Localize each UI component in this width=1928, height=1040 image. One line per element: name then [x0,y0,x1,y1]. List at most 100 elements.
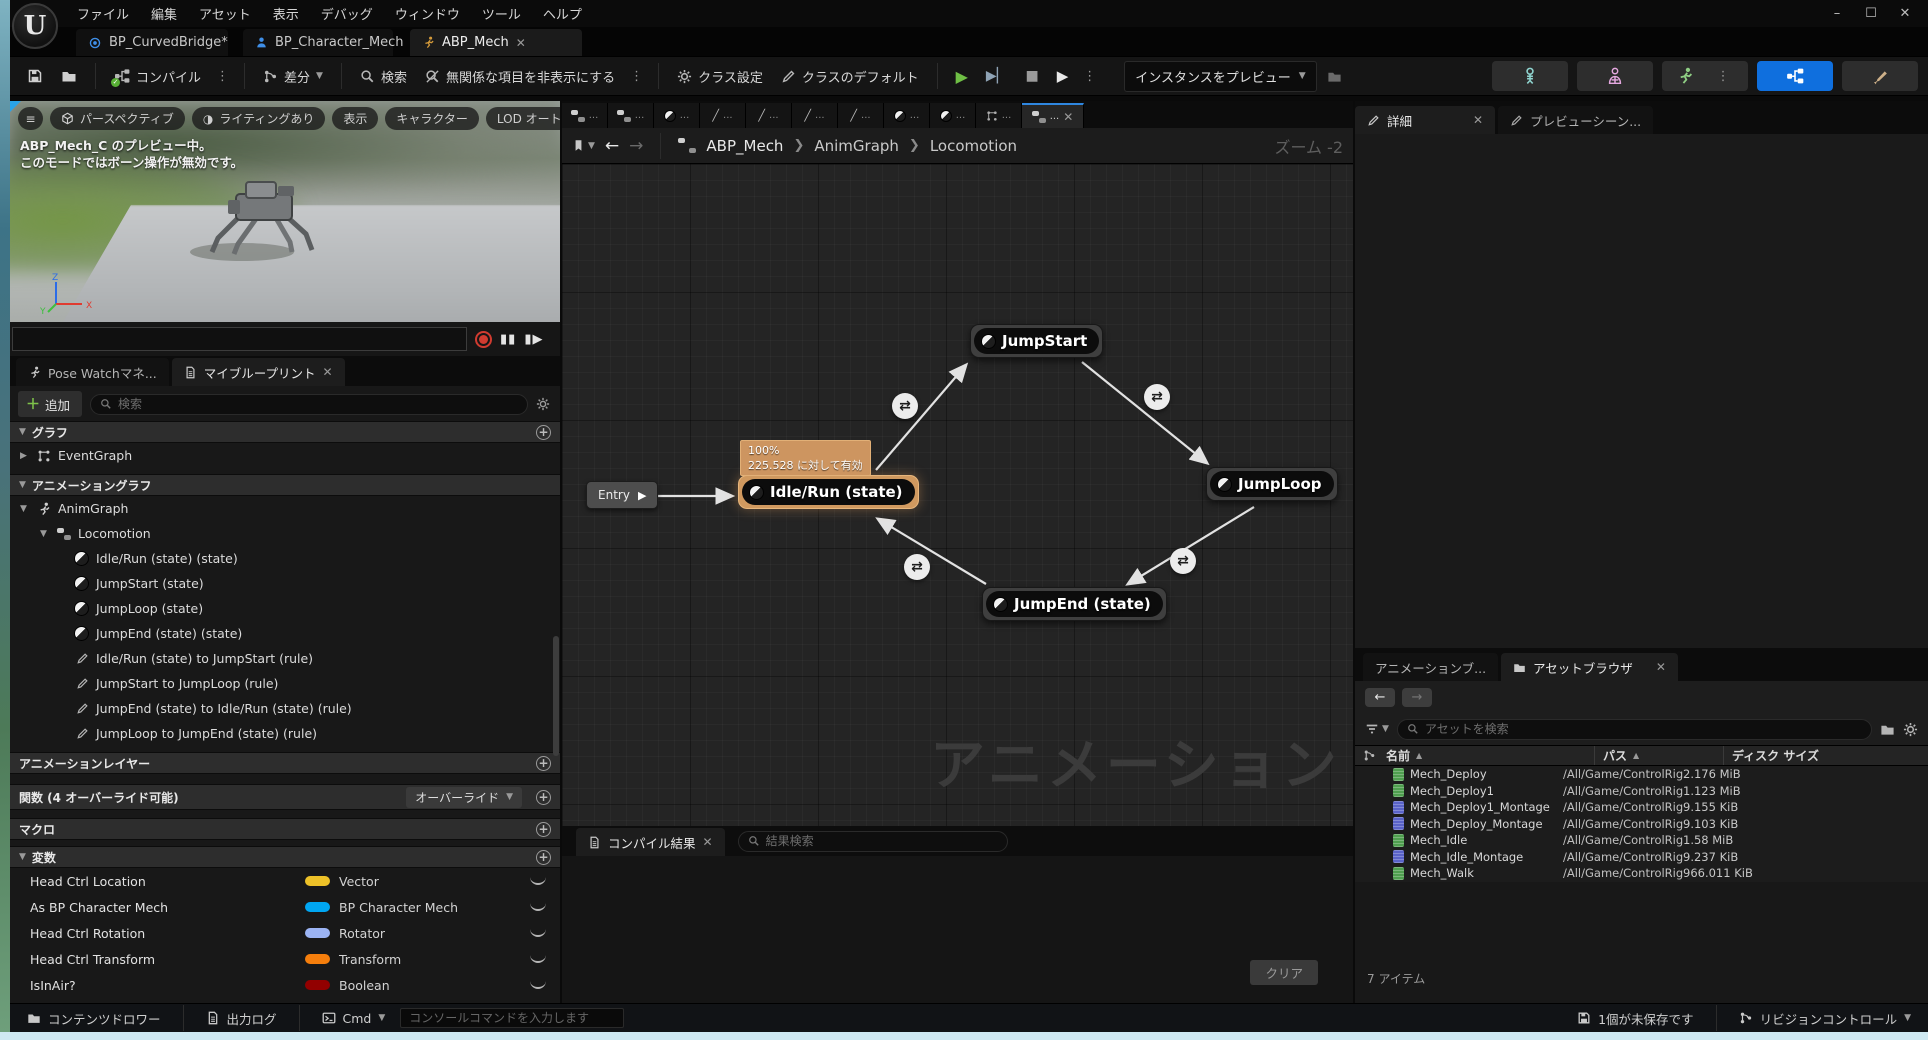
section-anim-graphs[interactable]: ▼ アニメーショングラフ [10,474,560,496]
class-settings-button[interactable]: クラス設定 [670,61,770,92]
minimize-button[interactable]: – [1820,6,1854,21]
menu-asset[interactable]: アセット [188,0,262,28]
blueprint-search-input[interactable] [118,397,518,411]
revision-control-button[interactable]: リビジョンコントロール ▼ [1730,1005,1920,1032]
expander-icon[interactable]: ▼ [20,504,30,514]
tree-item-state[interactable]: JumpEnd (state) (state) [10,621,560,646]
mesh-mode-button[interactable] [1577,61,1653,91]
asset-row[interactable]: Mech_Idle/All/Game/ControlRig 1.58 MiB [1355,832,1928,849]
scrollbar-thumb[interactable] [553,636,559,756]
override-dropdown[interactable]: オーバーライド ▼ [406,786,522,808]
folder-icon[interactable] [1880,722,1895,737]
record-button[interactable] [475,330,492,348]
panel-settings-gear-icon[interactable] [536,397,550,411]
variable-row[interactable]: Head Ctrl Rotation Rotator [10,920,560,946]
eye-closed-icon[interactable] [530,981,546,989]
graph-doc-tab[interactable]: ... [608,103,654,128]
hide-unrelated-kebab[interactable]: ⋮ [626,69,647,84]
lit-mode-dropdown[interactable]: ◑ ライティングあり [191,107,326,130]
state-node-jumpend[interactable]: JumpEnd (state) [982,587,1167,621]
menu-edit[interactable]: 編集 [140,0,188,28]
asset-search[interactable] [1396,718,1872,740]
settings-gear-icon[interactable] [1903,721,1918,737]
tree-item-rule[interactable]: JumpLoop to JumpEnd (state) (rule) [10,721,560,746]
preview-viewport[interactable]: ≡ パースペクティブ ◑ ライティングあり 表示 キャラクター LOD オート A… [10,101,560,322]
tab-animation-blueprint[interactable]: アニメーションブ... [1363,653,1499,681]
output-log-button[interactable]: 出力ログ [197,1005,286,1032]
transition-node[interactable]: ⇄ [1144,384,1170,410]
add-button[interactable]: ＋追加 [18,391,83,417]
graph-doc-tab[interactable]: ... [976,103,1022,128]
step-frame-button[interactable]: ▮▶ [524,332,543,347]
back-button[interactable]: ← [605,136,619,156]
expander-icon[interactable]: ▼ [40,529,50,539]
unsaved-status-button[interactable]: 1個が未保存です [1568,1005,1702,1032]
add-anim-layer-button[interactable]: + [536,755,551,771]
results-search-input[interactable] [765,834,998,848]
menu-debug[interactable]: デバッグ [310,0,384,28]
graph-doc-tab[interactable]: ╱... [746,103,792,128]
add-variable-button[interactable]: + [536,849,551,865]
tree-item-rule[interactable]: Idle/Run (state) to JumpStart (rule) [10,646,560,671]
variable-row[interactable]: As BP Character Mech BP Character Mech [10,894,560,920]
lod-auto-dropdown[interactable]: LOD オート [485,107,560,130]
variable-row[interactable]: IsInAir? Boolean [10,972,560,998]
menu-window[interactable]: ウィンドウ [384,0,471,28]
step-forward-button[interactable]: ▶ [1050,61,1076,91]
tab-abp-mech[interactable]: ABP_Mech ✕ [410,29,582,56]
tab-compile-results[interactable]: コンパイル結果 ✕ [576,828,725,856]
play-button[interactable]: ▶ [949,61,975,92]
class-defaults-button[interactable]: クラスのデフォルト [774,61,926,92]
tree-item-state[interactable]: JumpStart (state) [10,571,560,596]
breadcrumb-locomotion[interactable]: Locomotion [930,137,1017,155]
graph-doc-tab[interactable]: ╱... [700,103,746,128]
forward-button[interactable]: → [629,136,643,156]
results-search[interactable] [737,830,1008,852]
tree-item-eventgraph[interactable]: ▶ EventGraph [10,443,560,468]
compile-button[interactable]: ✓ コンパイル [107,61,208,92]
show-dropdown[interactable]: 表示 [332,107,379,130]
timeline-scrubber[interactable] [12,327,467,351]
state-node-idle-run[interactable]: Idle/Run (state) [738,475,919,509]
clear-button[interactable]: クリア [1250,960,1318,985]
stop-button[interactable]: ■ [1018,62,1045,90]
tree-item-state[interactable]: JumpLoop (state) [10,596,560,621]
graph-doc-tab-active[interactable]: ... ✕ [1022,103,1084,128]
variable-row[interactable]: Head Ctrl Location Vector [10,868,560,894]
section-graphs[interactable]: ▼ グラフ + [10,421,560,443]
frame-skip-button[interactable]: ▶▏ [979,62,1015,90]
eye-closed-icon[interactable] [530,955,546,963]
close-tab-icon[interactable]: ✕ [516,36,526,50]
character-dropdown[interactable]: キャラクター [385,107,479,130]
asset-row[interactable]: Mech_Walk/All/Game/ControlRig 966.011 KiB [1355,865,1928,882]
asset-row[interactable]: Mech_Deploy1/All/Game/ControlRig 1.123 Mi… [1355,783,1928,800]
cmd-dropdown[interactable]: Cmd ▼ [313,1007,395,1030]
eye-closed-icon[interactable] [530,903,546,911]
asset-row[interactable]: Mech_Deploy_Montage/All/Game/ControlRig 9… [1355,816,1928,833]
compile-options-kebab[interactable]: ⋮ [212,69,233,84]
section-variables[interactable]: ▼ 変数 + [10,846,560,868]
tree-item-animgraph[interactable]: ▼ AnimGraph [10,496,560,521]
content-drawer-button[interactable]: コンテンツドロワー [18,1005,170,1032]
animation-mode-kebab[interactable]: ⋮ [1713,69,1734,84]
viewport-menu-button[interactable]: ≡ [18,107,43,130]
tree-item-locomotion[interactable]: ▼ Locomotion [10,521,560,546]
tree-item-state[interactable]: Idle/Run (state) (state) [10,546,560,571]
tab-details[interactable]: 詳細 ✕ [1355,106,1496,134]
find-button[interactable]: 検索 [353,61,414,92]
section-macros[interactable]: マクロ + [10,818,560,840]
tab-asset-browser[interactable]: アセットブラウザ ✕ [1501,653,1678,681]
asset-row[interactable]: Mech_Deploy/All/Game/ControlRig 2.176 MiB [1355,766,1928,783]
graph-doc-tab[interactable]: ... [884,103,930,128]
physics-mode-button[interactable] [1842,61,1918,91]
state-node-jumpstart[interactable]: JumpStart [970,324,1104,358]
close-tab-icon[interactable]: ✕ [323,365,333,379]
entry-output-pin[interactable]: ▶ [638,489,646,502]
menu-view[interactable]: 表示 [262,0,310,28]
asset-row[interactable]: Mech_Deploy1_Montage/All/Game/ControlRig… [1355,799,1928,816]
graph-doc-tab[interactable]: ╱... [838,103,884,128]
asset-row[interactable]: Mech_Idle_Montage/All/Game/ControlRig 9.2… [1355,849,1928,866]
entry-node[interactable]: Entry ▶ [586,481,659,509]
back-button[interactable]: ← [1365,687,1395,707]
skeleton-mode-button[interactable] [1492,61,1568,91]
